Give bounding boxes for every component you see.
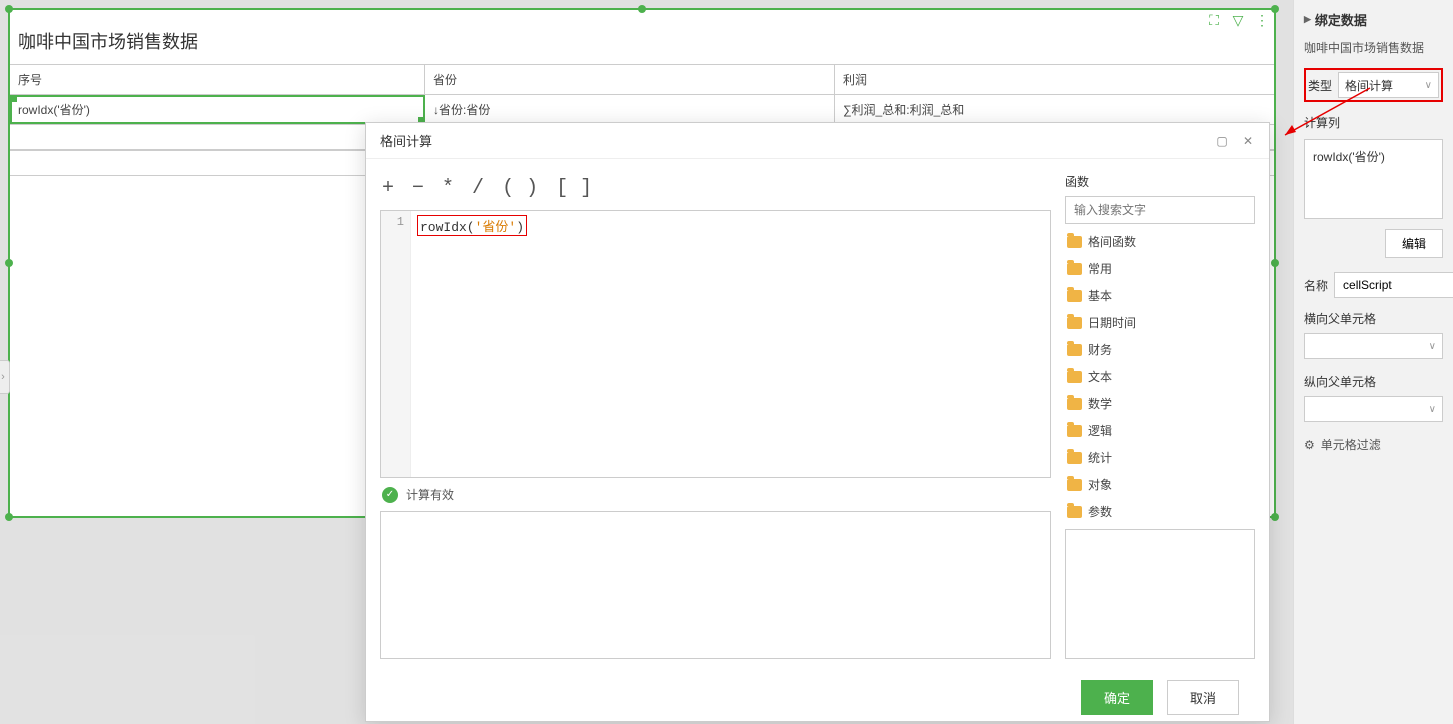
v-parent-label: 纵向父单元格 [1304, 373, 1443, 390]
h-parent-label: 横向父单元格 [1304, 310, 1443, 327]
chevron-down-icon: ∨ [1429, 341, 1436, 352]
cancel-button[interactable]: 取消 [1167, 680, 1239, 715]
modal-title: 格间计算 [380, 131, 432, 150]
v-parent-select[interactable]: ∨ [1304, 396, 1443, 422]
edit-button[interactable]: 编辑 [1385, 229, 1443, 258]
data-cell-selected[interactable]: rowIdx('省份') [10, 95, 425, 124]
folder-icon [1067, 479, 1082, 491]
modal-header: 格间计算 ▢ ✕ [366, 123, 1269, 159]
calc-col-label: 计算列 [1304, 114, 1443, 131]
paren-op[interactable]: ( ) [502, 177, 538, 200]
func-category[interactable]: 逻辑 [1065, 417, 1255, 444]
data-cell[interactable]: ↓省份:省份 [425, 95, 835, 124]
func-category[interactable]: 日期时间 [1065, 309, 1255, 336]
resize-handle[interactable] [638, 5, 646, 13]
validation-text: 计算有效 [406, 486, 454, 503]
panel-subtitle: 咖啡中国市场销售数据 [1304, 39, 1443, 56]
resize-handle[interactable] [1271, 513, 1279, 521]
code-expression-highlight: rowIdx('省份') [417, 215, 527, 236]
chevron-down-icon: ∨ [1425, 80, 1432, 91]
maximize-icon[interactable]: ▢ [1215, 134, 1229, 148]
func-category[interactable]: 格间函数 [1065, 228, 1255, 255]
function-title: 函数 [1065, 173, 1255, 190]
func-category[interactable]: 文本 [1065, 363, 1255, 390]
resize-handle[interactable] [1271, 259, 1279, 267]
plus-op[interactable]: + [382, 177, 394, 200]
panel-title: 绑定数据 [1304, 10, 1443, 29]
validation-status: ✓ 计算有效 [380, 478, 1051, 511]
modal-footer: 确定 取消 [366, 673, 1269, 721]
func-category[interactable]: 参数 [1065, 498, 1255, 525]
folder-icon [1067, 236, 1082, 248]
h-parent-select[interactable]: ∨ [1304, 333, 1443, 359]
filter-icon[interactable]: ▽ [1230, 12, 1246, 28]
report-title: 咖啡中国市场销售数据 [10, 10, 1274, 64]
side-expand-tab[interactable]: › [0, 360, 10, 394]
line-number: 1 [387, 215, 404, 229]
fullscreen-icon[interactable]: ⛶ [1206, 12, 1222, 28]
resize-handle[interactable] [5, 513, 13, 521]
function-tree: 格间函数 常用 基本 日期时间 财务 文本 数学 逻辑 统计 对象 参数 [1065, 228, 1255, 525]
type-select[interactable]: 格间计算 ∨ [1338, 72, 1439, 98]
folder-icon [1067, 506, 1082, 518]
operator-toolbar: + − * / ( ) [ ] [380, 173, 1051, 210]
resize-handle[interactable] [5, 5, 13, 13]
func-category[interactable]: 基本 [1065, 282, 1255, 309]
header-cell[interactable]: 序号 [10, 65, 425, 94]
minus-op[interactable]: − [412, 177, 424, 200]
folder-icon [1067, 452, 1082, 464]
cell-filter-link[interactable]: ⚙ 单元格过滤 [1304, 436, 1443, 453]
folder-icon [1067, 263, 1082, 275]
bracket-op[interactable]: [ ] [556, 177, 592, 200]
check-icon: ✓ [382, 487, 398, 503]
resize-handle[interactable] [1271, 5, 1279, 13]
folder-icon [1067, 317, 1082, 329]
calc-expression-box[interactable]: rowIdx('省份') [1304, 139, 1443, 219]
header-cell[interactable]: 利润 [835, 65, 1274, 94]
folder-icon [1067, 344, 1082, 356]
calc-modal: 格间计算 ▢ ✕ + − * / ( ) [ ] 1 rowIdx('省份') [365, 122, 1270, 722]
line-gutter: 1 [381, 211, 411, 477]
multiply-op[interactable]: * [442, 177, 454, 200]
header-cell[interactable]: 省份 [425, 65, 835, 94]
confirm-button[interactable]: 确定 [1081, 680, 1153, 715]
properties-panel: 绑定数据 咖啡中国市场销售数据 类型 格间计算 ∨ 计算列 rowIdx('省份… [1293, 0, 1453, 724]
type-value: 格间计算 [1345, 77, 1393, 94]
func-category[interactable]: 数学 [1065, 390, 1255, 417]
type-label: 类型 [1308, 77, 1332, 94]
resize-handle[interactable] [5, 259, 13, 267]
preview-box [380, 511, 1051, 659]
folder-icon [1067, 425, 1082, 437]
func-category[interactable]: 财务 [1065, 336, 1255, 363]
filter-label: 单元格过滤 [1321, 436, 1381, 453]
gear-icon: ⚙ [1304, 438, 1315, 452]
func-category[interactable]: 统计 [1065, 444, 1255, 471]
folder-icon [1067, 371, 1082, 383]
folder-icon [1067, 290, 1082, 302]
function-search-input[interactable] [1065, 196, 1255, 224]
divide-op[interactable]: / [472, 177, 484, 200]
function-description-box [1065, 529, 1255, 659]
more-icon[interactable]: ⋮ [1254, 12, 1270, 28]
name-label: 名称 [1304, 277, 1328, 294]
close-icon[interactable]: ✕ [1241, 134, 1255, 148]
code-editor[interactable]: 1 rowIdx('省份') [380, 210, 1051, 478]
name-input[interactable] [1334, 272, 1453, 298]
folder-icon [1067, 398, 1082, 410]
chevron-down-icon: ∨ [1429, 404, 1436, 415]
func-category[interactable]: 对象 [1065, 471, 1255, 498]
data-cell[interactable]: ∑利润_总和:利润_总和 [835, 95, 1274, 124]
func-category[interactable]: 常用 [1065, 255, 1255, 282]
